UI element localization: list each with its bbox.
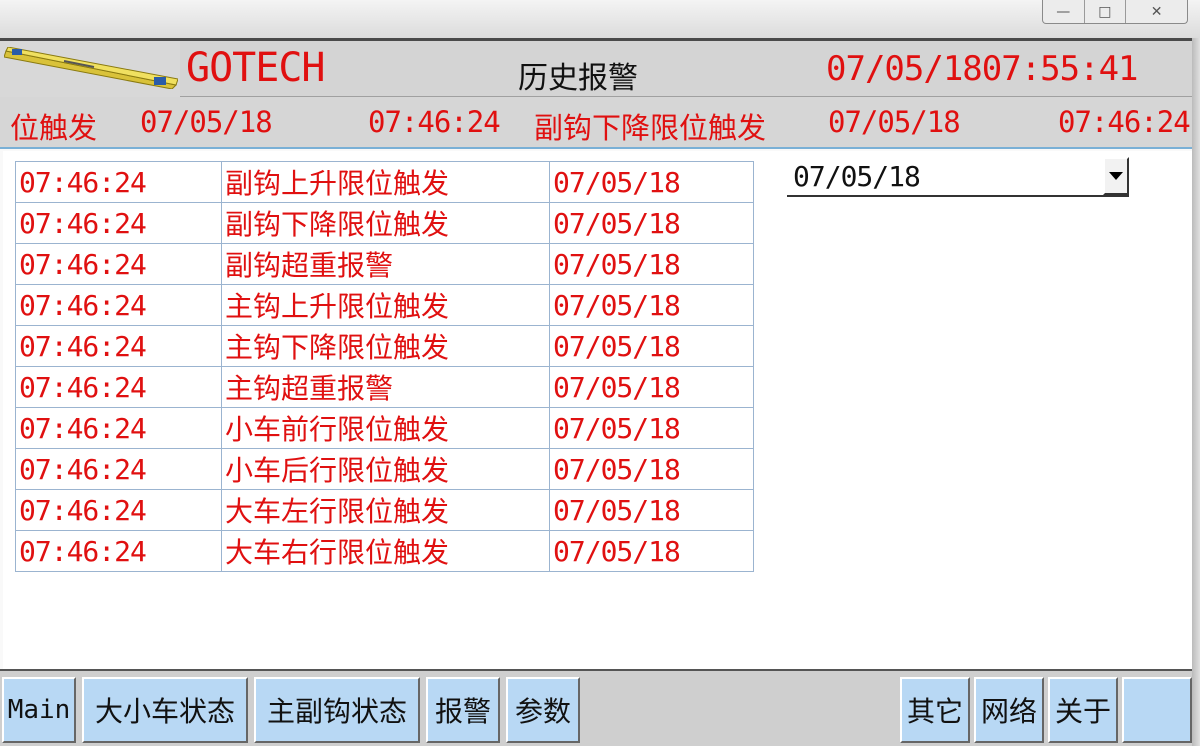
nav-other-button[interactable]: 其它 bbox=[900, 677, 970, 743]
bottom-nav: Main 大小车状态 主副钩状态 报警 参数 其它 网络 关于 bbox=[0, 669, 1192, 746]
crane-icon bbox=[4, 47, 178, 89]
alarm-date-cell: 07/05/18 bbox=[549, 284, 754, 326]
nav-params-button[interactable]: 参数 bbox=[506, 677, 580, 743]
main-panel: 07:46:24 副钩上升限位触发 07/05/18 07:46:24 副钩下降限位触发… bbox=[3, 151, 1192, 669]
alarm-description-cell: 主钩超重报警 bbox=[221, 366, 550, 408]
window-titlebar: — □ ✕ bbox=[0, 0, 1200, 38]
ticker-date: 07/05/18 bbox=[828, 105, 961, 139]
ticker-time: 07:46:24 bbox=[1058, 105, 1191, 139]
brand-logo-text: GOTECH bbox=[186, 45, 325, 91]
alarm-history-table: 07:46:24 副钩上升限位触发 07/05/18 07:46:24 副钩下降限位触发… bbox=[15, 161, 754, 572]
close-icon: ✕ bbox=[1150, 3, 1163, 20]
nav-blank-button[interactable] bbox=[1122, 677, 1192, 743]
alarm-time-cell: 07:46:24 bbox=[15, 407, 222, 449]
alarm-date-cell: 07/05/18 bbox=[549, 202, 754, 244]
alarm-date-cell: 07/05/18 bbox=[549, 530, 754, 572]
table-row: 07:46:24 小车前行限位触发 07/05/18 bbox=[15, 407, 754, 449]
datetime-display: 07/05/1807:55:41 bbox=[826, 49, 1139, 89]
maximize-icon: □ bbox=[1098, 3, 1112, 20]
window-edge bbox=[1192, 38, 1200, 746]
alarm-table-body: 07:46:24 副钩上升限位触发 07/05/18 07:46:24 副钩下降限位触发… bbox=[15, 161, 754, 572]
alarm-time-cell: 07:46:24 bbox=[15, 489, 222, 531]
alarm-time-cell: 07:46:24 bbox=[15, 243, 222, 285]
table-row: 07:46:24 大车左行限位触发 07/05/18 bbox=[15, 489, 754, 531]
alarm-time-cell: 07:46:24 bbox=[15, 448, 222, 490]
table-row: 07:46:24 副钩上升限位触发 07/05/18 bbox=[15, 161, 754, 203]
minimize-icon: — bbox=[1056, 3, 1071, 20]
nav-alarm-button[interactable]: 报警 bbox=[426, 677, 500, 743]
table-row: 07:46:24 副钩下降限位触发 07/05/18 bbox=[15, 202, 754, 244]
table-row: 07:46:24 副钩超重报警 07/05/18 bbox=[15, 243, 754, 285]
alarm-ticker: 位触发 07/05/18 07:46:24 副钩下降限位触发 07/05/18 … bbox=[0, 97, 1192, 149]
close-button[interactable]: ✕ bbox=[1126, 0, 1187, 23]
alarm-time-cell: 07:46:24 bbox=[15, 325, 222, 367]
alarm-description-cell: 小车后行限位触发 bbox=[221, 448, 550, 490]
chevron-down-icon bbox=[1109, 172, 1123, 180]
alarm-description-cell: 副钩下降限位触发 bbox=[221, 202, 550, 244]
nav-about-button[interactable]: 关于 bbox=[1048, 677, 1118, 743]
alarm-date-cell: 07/05/18 bbox=[549, 243, 754, 285]
alarm-description-cell: 副钩上升限位触发 bbox=[221, 161, 550, 203]
nav-main-button[interactable]: Main bbox=[2, 677, 76, 743]
crane-logo bbox=[0, 41, 180, 97]
page-title: 历史报警 bbox=[518, 61, 638, 96]
table-row: 07:46:24 主钩超重报警 07/05/18 bbox=[15, 366, 754, 408]
alarm-description-cell: 主钩上升限位触发 bbox=[221, 284, 550, 326]
alarm-description-cell: 大车左行限位触发 bbox=[221, 489, 550, 531]
alarm-date-cell: 07/05/18 bbox=[549, 366, 754, 408]
table-row: 07:46:24 主钩上升限位触发 07/05/18 bbox=[15, 284, 754, 326]
ticker-text: 位触发 bbox=[10, 111, 98, 145]
date-filter-value: 07/05/18 bbox=[793, 160, 921, 193]
alarm-date-cell: 07/05/18 bbox=[549, 407, 754, 449]
alarm-date-cell: 07/05/18 bbox=[549, 325, 754, 367]
dropdown-button[interactable] bbox=[1103, 157, 1129, 195]
alarm-time-cell: 07:46:24 bbox=[15, 366, 222, 408]
alarm-date-cell: 07/05/18 bbox=[549, 489, 754, 531]
ticker-time: 07:46:24 bbox=[368, 105, 501, 139]
alarm-time-cell: 07:46:24 bbox=[15, 284, 222, 326]
minimize-button[interactable]: — bbox=[1043, 0, 1085, 23]
window-controls: — □ ✕ bbox=[1042, 0, 1188, 24]
ticker-text: 副钩下降限位触发 bbox=[534, 111, 767, 145]
alarm-date-cell: 07/05/18 bbox=[549, 448, 754, 490]
alarm-time-cell: 07:46:24 bbox=[15, 202, 222, 244]
table-row: 07:46:24 小车后行限位触发 07/05/18 bbox=[15, 448, 754, 490]
alarm-date-cell: 07/05/18 bbox=[549, 161, 754, 203]
alarm-description-cell: 大车右行限位触发 bbox=[221, 530, 550, 572]
alarm-description-cell: 主钩下降限位触发 bbox=[221, 325, 550, 367]
nav-trolley-status-button[interactable]: 大小车状态 bbox=[82, 677, 248, 743]
maximize-button[interactable]: □ bbox=[1085, 0, 1127, 23]
app-header: GOTECH 历史报警 07/05/1807:55:41 bbox=[0, 41, 1192, 97]
nav-network-button[interactable]: 网络 bbox=[974, 677, 1044, 743]
table-row: 07:46:24 大车右行限位触发 07/05/18 bbox=[15, 530, 754, 572]
alarm-description-cell: 副钩超重报警 bbox=[221, 243, 550, 285]
ticker-date: 07/05/18 bbox=[140, 105, 273, 139]
alarm-time-cell: 07:46:24 bbox=[15, 161, 222, 203]
alarm-time-cell: 07:46:24 bbox=[15, 530, 222, 572]
alarm-description-cell: 小车前行限位触发 bbox=[221, 407, 550, 449]
date-filter-dropdown[interactable]: 07/05/18 bbox=[787, 155, 1129, 197]
nav-hook-status-button[interactable]: 主副钩状态 bbox=[254, 677, 420, 743]
table-row: 07:46:24 主钩下降限位触发 07/05/18 bbox=[15, 325, 754, 367]
